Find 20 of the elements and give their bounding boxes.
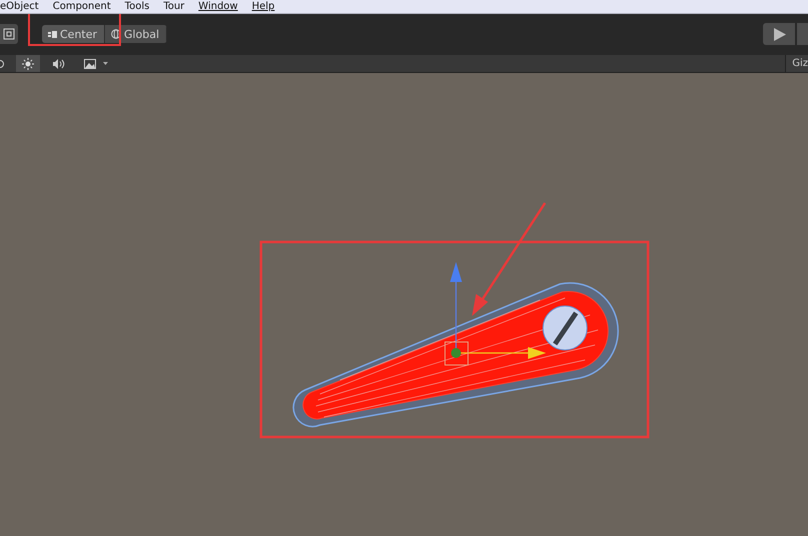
caret-icon xyxy=(103,62,108,65)
speaker-icon xyxy=(52,58,66,70)
menu-item[interactable]: eObject xyxy=(0,0,39,13)
globe-icon xyxy=(111,29,122,40)
menu-item[interactable]: Help xyxy=(252,0,275,13)
play-icon xyxy=(772,28,786,41)
menu-item[interactable]: Tour xyxy=(163,0,184,13)
rect-tool-button[interactable] xyxy=(0,24,18,44)
pivot-toggle-button[interactable]: Center xyxy=(42,25,106,44)
scene-toggle-button[interactable] xyxy=(16,55,40,72)
menu-item[interactable]: Tools xyxy=(124,0,150,13)
menu-item[interactable]: Window xyxy=(198,0,238,13)
sun-icon xyxy=(22,58,34,70)
rect-tool-icon xyxy=(3,28,15,40)
gizmos-button[interactable]: Giz xyxy=(785,55,808,72)
play-button[interactable] xyxy=(763,23,795,46)
pivot-toggle-button[interactable]: Global xyxy=(105,25,168,44)
pivot-icon xyxy=(48,30,57,38)
menu-item[interactable]: Component xyxy=(52,0,111,13)
landscape-image-icon xyxy=(84,58,96,68)
